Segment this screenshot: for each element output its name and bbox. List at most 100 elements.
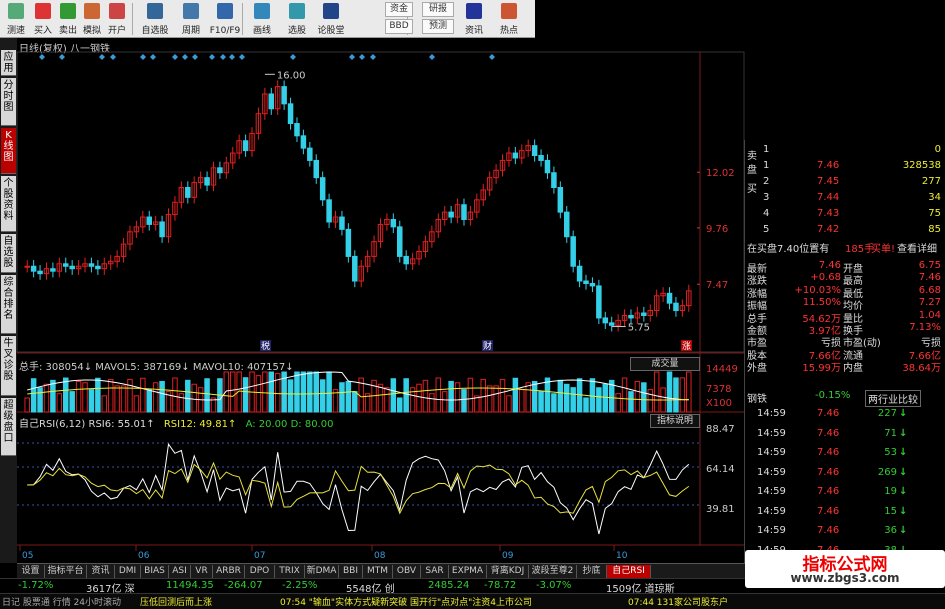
toolbar-button-3[interactable]: 模拟 <box>80 0 104 38</box>
indicator-tab-3[interactable]: DMI <box>115 565 141 578</box>
toolbar-button-4[interactable]: 开户 <box>104 0 130 38</box>
event-marker-2[interactable]: 涨 <box>682 341 691 352</box>
detail-link[interactable]: 查看详细 <box>897 240 937 255</box>
order-price[interactable]: 7.44 <box>817 192 839 203</box>
sidebar-tab-7[interactable]: 超级盘口 <box>1 398 16 456</box>
order-level: 1 <box>763 144 770 155</box>
volume-bar <box>133 395 140 413</box>
candle-body <box>364 255 371 267</box>
status-shen-percent: -2.25% <box>282 580 318 591</box>
sector-compare-button[interactable]: 两行业比较 <box>865 390 921 407</box>
news-headline-2[interactable]: 07:54 "输血"实体方式疑新突破 国开行"点对点"注资4上市公司 <box>280 595 532 608</box>
news-nav[interactable]: 日记 股票通 行情 24小时滚动 <box>2 595 121 608</box>
volume-bar <box>403 378 409 413</box>
toolbar-small-button-3[interactable]: 预测 <box>422 19 454 34</box>
order-price[interactable]: 7.42 <box>817 224 839 235</box>
candle-body <box>576 265 583 282</box>
event-marker-box <box>260 340 271 351</box>
stat-value: +0.68 <box>810 272 841 284</box>
order-volume: 85 <box>928 224 941 235</box>
candle-body <box>178 187 185 203</box>
down-arrow-icon: ↓ <box>899 408 908 419</box>
toolbar-button-6[interactable]: 周期 <box>178 0 204 38</box>
toolbar-button-9[interactable]: 选股 <box>282 0 312 38</box>
toolbar-button-2[interactable]: 卖出 <box>56 0 80 38</box>
toolbar-button-8[interactable]: 画线 <box>245 0 279 38</box>
toolbar-button-12[interactable]: 热点 <box>495 0 523 38</box>
order-price[interactable]: 7.45 <box>817 176 839 187</box>
sidebar-tab-4[interactable]: 自选股 <box>1 234 16 273</box>
indicator-tab-14[interactable]: SAR <box>421 565 449 578</box>
event-marker-0[interactable]: 税 <box>261 340 270 352</box>
candle-body <box>358 265 364 282</box>
toolbar-button-label: 模拟 <box>82 26 101 36</box>
indicator-tab-1[interactable]: 指标平台 <box>45 565 87 578</box>
order-price[interactable]: 7.43 <box>817 208 839 219</box>
volume-bar <box>37 387 43 413</box>
candle-body <box>287 103 294 125</box>
indicator-tab-16[interactable]: 背离KDJ <box>487 565 529 578</box>
rsi-axis-label: 39.81 <box>706 504 735 515</box>
sidebar-tab-0[interactable]: 应用 <box>1 50 16 76</box>
candle-body <box>634 312 641 319</box>
candle-body <box>679 305 686 312</box>
sidebar-tab-5[interactable]: 综合排名 <box>1 275 16 334</box>
indicator-tab-2[interactable]: 资讯 <box>87 565 115 578</box>
toolbar-button-label: 测速 <box>6 26 25 36</box>
price-axis-label: 9.76 <box>706 224 728 235</box>
tick-price: 7.46 <box>817 525 840 536</box>
indicator-tab-8[interactable]: DPO <box>245 565 275 578</box>
indicator-tab-10[interactable]: 新DMA <box>305 565 339 578</box>
order-volume: 277 <box>921 176 941 187</box>
sidebar-tab-3[interactable]: 个股资料 <box>1 176 16 232</box>
order-price[interactable]: 7.46 <box>817 160 839 171</box>
indicator-help-button[interactable]: 指标说明 <box>650 414 700 428</box>
signal-diamond <box>370 54 376 60</box>
toolbar-button-5[interactable]: 自选股 <box>135 0 175 38</box>
stat-value-2: 1.04 <box>918 309 941 321</box>
sidebar-tab-6[interactable]: 牛叉诊股 <box>1 336 16 396</box>
indicator-tab-15[interactable]: EXPMA <box>449 565 487 578</box>
toolbar-button-label: F10/F9 <box>209 26 241 36</box>
event-marker-1[interactable]: 财 <box>483 340 492 352</box>
news-headline-1[interactable]: 压低回测后而上涨 <box>140 595 212 608</box>
indicator-tab-12[interactable]: MTM <box>363 565 393 578</box>
volume-bar <box>557 379 564 413</box>
month-label: 08 <box>374 551 386 561</box>
indicator-tab-4[interactable]: BIAS <box>141 565 169 578</box>
toolbar-button-7[interactable]: F10/F9 <box>205 0 245 38</box>
sidebar-tab-2[interactable]: K线图 <box>1 128 16 174</box>
candle-body <box>165 214 172 238</box>
toolbar-button-11[interactable]: 资讯 <box>460 0 488 38</box>
down-arrow-icon: ↓ <box>899 486 908 497</box>
indicator-tab-13[interactable]: OBV <box>393 565 421 578</box>
volume-bar <box>249 371 255 413</box>
toolbar-button-label: 热点 <box>499 26 518 36</box>
toolbar-small-button-2[interactable]: BBD <box>385 19 413 34</box>
toolbar-small-button-1[interactable]: 研报 <box>422 2 454 17</box>
news-headline-3[interactable]: 07:44 131家公司股东户 <box>628 595 728 608</box>
watermark-url: www.zbgs3.com <box>790 571 900 585</box>
indicator-tab-5[interactable]: ASI <box>169 565 191 578</box>
volume-bar <box>326 371 332 413</box>
indicator-tab-18[interactable]: 抄底 <box>577 565 607 578</box>
candle-body <box>268 93 275 110</box>
sector-name[interactable]: 钢铁 <box>747 390 767 405</box>
indicator-tab-6[interactable]: VR <box>191 565 213 578</box>
stat-value: 15.99万 <box>802 363 841 375</box>
volume-indicator-button[interactable]: 成交量 <box>630 357 700 371</box>
indicator-tab-19[interactable]: 自己RSI <box>607 565 651 578</box>
toolbar-button-10[interactable]: 论股堂 <box>315 0 347 38</box>
indicator-tab-0[interactable]: 设置 <box>17 565 45 578</box>
indicator-tab-17[interactable]: 波段至尊2 <box>529 565 577 578</box>
candle-body <box>204 177 210 186</box>
indicator-tab-11[interactable]: BBI <box>339 565 363 578</box>
down-arrow-icon: ↓ <box>899 427 908 439</box>
candle-body <box>641 312 647 316</box>
indicator-tab-7[interactable]: ARBR <box>213 565 245 578</box>
indicator-tab-9[interactable]: TRIX <box>275 565 305 578</box>
toolbar-small-button-0[interactable]: 资金 <box>385 2 413 17</box>
sidebar-tab-1[interactable]: 分时图 <box>1 78 16 126</box>
toolbar-button-1[interactable]: 买入 <box>30 0 56 38</box>
toolbar-button-0[interactable]: 测速 <box>2 0 30 38</box>
